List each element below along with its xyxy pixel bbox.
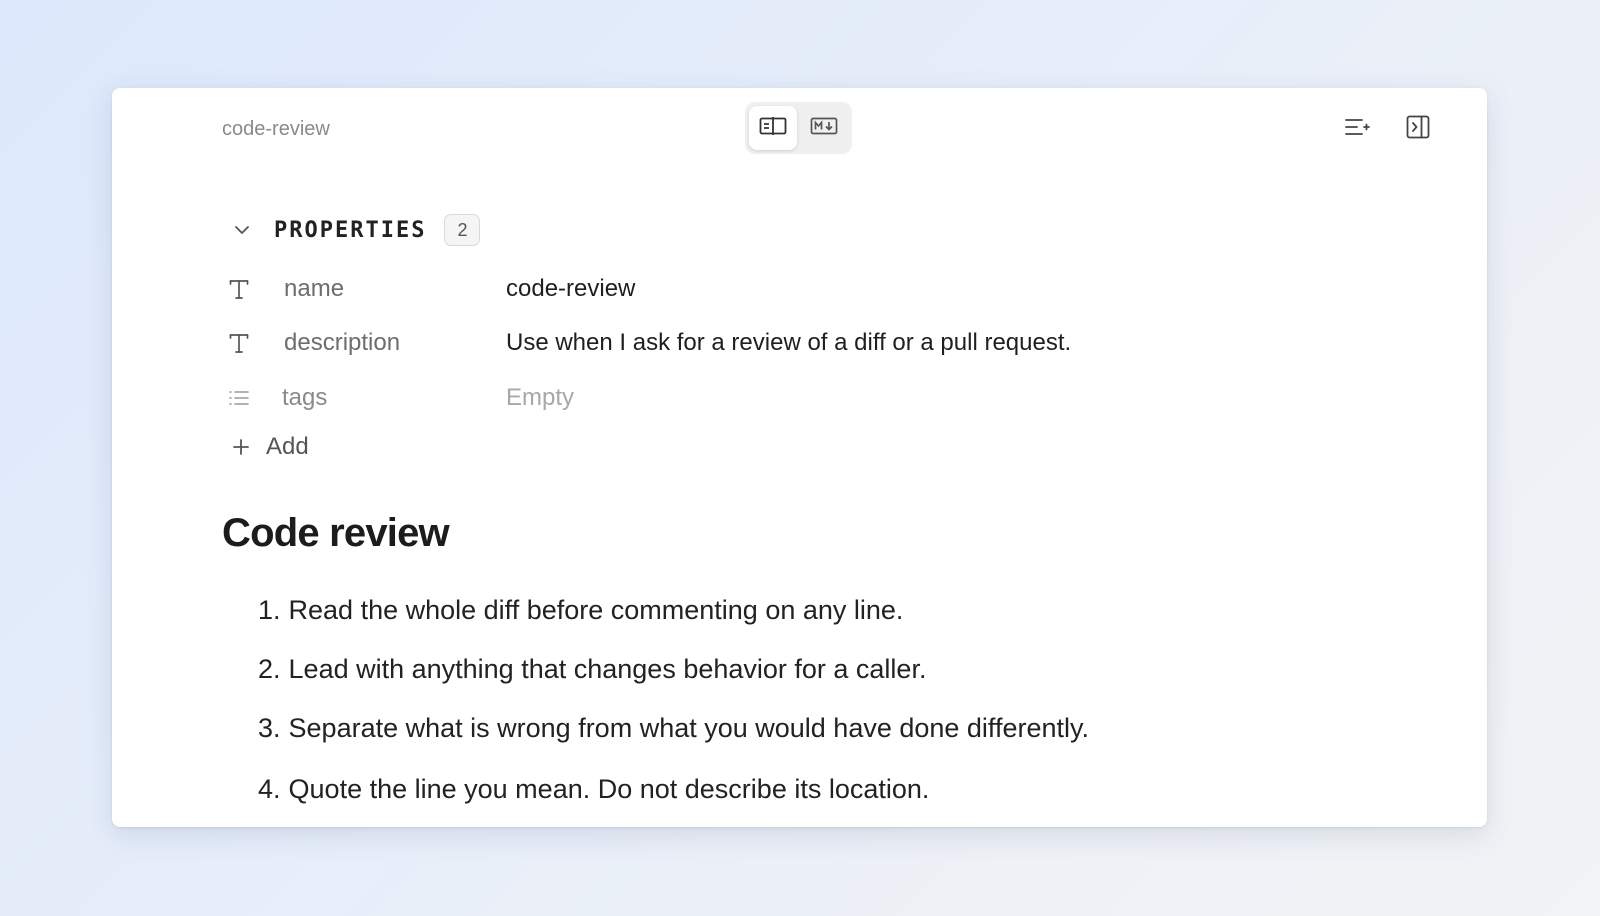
- list-item-text: Quote the line you mean. Do not describe…: [288, 774, 930, 804]
- reading-view-icon: [759, 116, 787, 141]
- list-item: 4. Quote the line you mean. Do not descri…: [258, 774, 929, 805]
- text-type-icon: [226, 276, 252, 302]
- add-property-button[interactable]: Add: [230, 433, 309, 461]
- list-type-icon: [226, 385, 252, 411]
- property-row-tags: tags Empty: [226, 378, 574, 418]
- view-mode-toggle: [745, 102, 852, 154]
- list-item-number: 1.: [258, 595, 281, 625]
- property-key[interactable]: tags: [282, 384, 327, 412]
- chevron-down-icon[interactable]: [230, 218, 254, 242]
- properties-label: PROPERTIES: [274, 217, 427, 243]
- properties-header: PROPERTIES 2: [230, 214, 481, 246]
- document-title: code-review: [222, 118, 330, 140]
- sidebar-toggle-icon: [1406, 115, 1430, 144]
- list-item: 3. Separate what is wrong from what you w…: [258, 713, 1089, 744]
- list-item-text: Separate what is wrong from what you wou…: [288, 713, 1089, 743]
- plus-icon: [230, 436, 252, 458]
- list-item-number: 2.: [258, 654, 281, 684]
- document-heading: Code review: [222, 511, 450, 555]
- property-value-empty[interactable]: Empty: [506, 384, 574, 412]
- property-key[interactable]: description: [284, 329, 400, 357]
- property-key[interactable]: name: [284, 275, 344, 303]
- property-row-description: description Use when I ask for a review …: [226, 323, 1071, 363]
- sidebar-toggle-button[interactable]: [1403, 114, 1433, 144]
- property-value[interactable]: Use when I ask for a review of a diff or…: [506, 329, 1071, 357]
- property-value[interactable]: code-review: [506, 275, 635, 303]
- list-item-text: Lead with anything that changes behavior…: [288, 654, 927, 684]
- list-item: 1. Read the whole diff before commenting …: [258, 595, 903, 626]
- markdown-source-button[interactable]: [800, 106, 848, 150]
- property-row-name: name code-review: [226, 269, 635, 309]
- outline-icon: [1344, 116, 1370, 143]
- markdown-source-icon: [810, 116, 838, 141]
- list-item-number: 4.: [258, 774, 281, 804]
- editor-window: code-review PROPERTIES 2 name code-revie…: [112, 88, 1487, 827]
- list-item-number: 3.: [258, 713, 281, 743]
- list-item-text: Read the whole diff before commenting on…: [288, 595, 904, 625]
- list-item: 2. Lead with anything that changes behavi…: [258, 654, 926, 685]
- add-property-label: Add: [266, 433, 309, 460]
- outline-button[interactable]: [1342, 114, 1372, 144]
- reading-view-button[interactable]: [749, 106, 797, 150]
- properties-count-badge: 2: [444, 214, 481, 246]
- text-type-icon: [226, 330, 252, 356]
